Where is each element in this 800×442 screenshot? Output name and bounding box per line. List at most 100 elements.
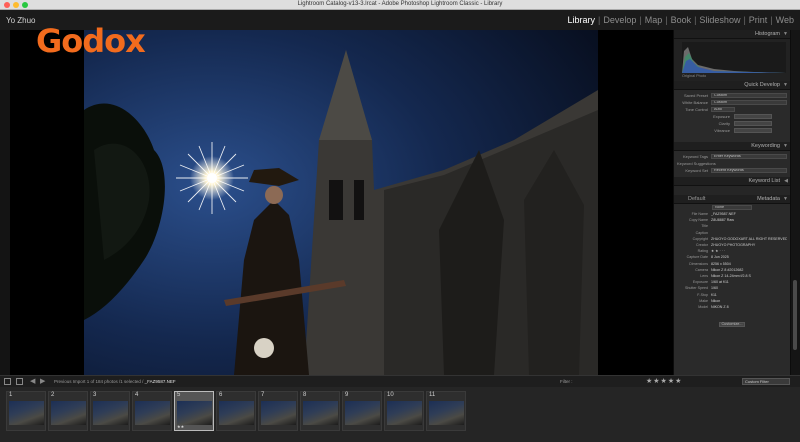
metadata-field-value[interactable]: _FAZ9587.NEF [711, 212, 787, 216]
metadata-field-value[interactable]: ★ ★ · · · [711, 249, 787, 253]
metadata-field-value[interactable]: Nikon Z 8 #2012682 [711, 268, 787, 272]
back-arrow-icon[interactable]: ◀ [30, 377, 35, 385]
photo-thumbnail[interactable] [429, 401, 464, 425]
module-map[interactable]: Map [645, 15, 663, 25]
photo-thumbnail[interactable] [261, 401, 296, 425]
secondary-display-icon[interactable] [4, 378, 11, 385]
metadata-field-value[interactable]: Z8U8887 Raw [711, 218, 787, 222]
metadata-field-value[interactable]: 1/60 at f/11 [711, 280, 787, 284]
photo-thumbnail[interactable] [135, 401, 170, 425]
keyword-suggestions-row[interactable]: Keyword Suggestions [674, 160, 790, 167]
keyword-filter-row[interactable] [674, 186, 790, 195]
auto-tone-button[interactable]: Auto [711, 107, 735, 112]
photo-thumbnail[interactable] [303, 401, 338, 425]
quick-develop-header[interactable]: Quick Develop ▼ [674, 81, 790, 90]
photo-thumbnail[interactable] [51, 401, 86, 425]
filter-label: Filter : [560, 379, 573, 384]
vibrance-button[interactable] [734, 128, 772, 133]
metadata-field-value[interactable]: ZHUOYO PHOTOGRAPHY [711, 243, 787, 247]
metadata-field-value[interactable]: Nikon Z 14-24mm f/2.8 S [711, 274, 787, 278]
filmstrip-cell[interactable]: 11 [426, 391, 466, 431]
exposure-row: Exposure [674, 113, 790, 120]
filmstrip-cell[interactable]: 6 [216, 391, 256, 431]
module-develop[interactable]: Develop [603, 15, 636, 25]
grid-view-icon[interactable] [16, 378, 23, 385]
keywording-panel: Keyword Tags Enter Keywords Keyword Sugge… [674, 151, 790, 177]
photo-thumbnail[interactable] [219, 401, 254, 425]
module-print[interactable]: Print [749, 15, 768, 25]
module-book[interactable]: Book [671, 15, 692, 25]
photo-thumbnail[interactable] [93, 401, 128, 425]
keywording-header[interactable]: Keywording ▼ [674, 142, 790, 151]
metadata-field-value[interactable]: Nikon [711, 299, 787, 303]
metadata-field-label: Copyright [692, 236, 708, 241]
filmstrip-source[interactable]: Previous Import 1 of 184 photos /1 selec… [54, 379, 176, 384]
filmstrip-cell[interactable]: 2 [48, 391, 88, 431]
white-balance-select[interactable]: Custom [711, 100, 787, 105]
filmstrip-cell[interactable]: 9 [342, 391, 382, 431]
metadata-field-value[interactable]: NIKON Z 8 [711, 305, 787, 309]
filmstrip-cell[interactable]: 3 [90, 391, 130, 431]
module-library[interactable]: Library [567, 15, 595, 25]
keyword-set-select[interactable]: Recent Keywords [711, 168, 787, 173]
customize-button[interactable]: Customize... [719, 322, 745, 327]
metadata-field-label: Shutter Speed [685, 286, 708, 291]
filmstrip: 1 2 3 4 5 ★★ 6 7 8 9 10 11 [0, 387, 800, 442]
filmstrip-cell[interactable]: 7 [258, 391, 298, 431]
photo-thumbnail[interactable] [345, 401, 380, 425]
window-title: Lightroom Catalog-v13-3.lrcat - Adobe Ph… [297, 1, 503, 7]
scrollbar-thumb[interactable] [793, 280, 797, 350]
saved-preset-select[interactable]: Custom [711, 93, 787, 98]
filter-select[interactable]: Custom Filter [742, 378, 790, 385]
module-separator: | [665, 15, 668, 25]
main-photo[interactable] [84, 30, 598, 375]
right-panel: Histogram ▼ Original Photo Quick Develop ▼… [674, 30, 790, 375]
quick-develop-panel: Saved Preset Custom White Balance Custom T… [674, 90, 790, 142]
filmstrip-cell[interactable]: 5 ★★ [174, 391, 214, 431]
white-balance-label: White Balance [682, 100, 708, 105]
keyword-set-label: Keyword Set [685, 168, 708, 173]
module-web[interactable]: Web [776, 15, 794, 25]
photo-thumbnail[interactable] [387, 401, 422, 425]
metadata-field-value[interactable]: f/11 [711, 293, 787, 297]
tone-control-label: Tone Control [685, 107, 708, 112]
metadata-field-value[interactable]: 1/60 [711, 286, 787, 290]
metadata-preset-select[interactable]: None [712, 205, 752, 210]
cell-index: 3 [93, 392, 97, 398]
keyword-tags-select[interactable]: Enter Keywords [711, 154, 787, 159]
filmstrip-cell[interactable]: 10 [384, 391, 424, 431]
metadata-preset-row: None [674, 204, 790, 211]
module-slideshow[interactable]: Slideshow [699, 15, 740, 25]
keyword-list-header[interactable]: Keyword List ◀ [674, 177, 790, 186]
photo-image [84, 30, 598, 375]
metadata-field-value[interactable]: 8256 x 5504 [711, 262, 787, 266]
metadata-preset-label[interactable]: Default [688, 195, 705, 204]
filmstrip-cell[interactable]: 4 [132, 391, 172, 431]
metadata-field-value[interactable]: ZHUOYO GODOXART ALL RIGHT RESERVED [711, 237, 787, 241]
collapse-triangle-icon: ◀ [784, 178, 788, 184]
photo-thumbnail[interactable] [9, 401, 44, 425]
left-panel-collapsed[interactable] [0, 30, 10, 375]
forward-arrow-icon[interactable]: ▶ [40, 377, 45, 385]
keyword-tags-row: Keyword Tags Enter Keywords [674, 153, 790, 160]
metadata-field-label: Rating [697, 249, 708, 254]
module-separator: | [694, 15, 697, 25]
exposure-button[interactable] [734, 114, 772, 119]
cell-index: 4 [135, 392, 139, 398]
histogram-graph: Original Photo [674, 39, 790, 81]
filmstrip-cell[interactable]: 1 [6, 391, 46, 431]
clarity-button[interactable] [734, 121, 772, 126]
metadata-field-label: Capture Date [686, 255, 708, 260]
right-panel-scrollbar[interactable] [791, 30, 800, 375]
photo-count: 1 of 184 photos /1 selected / [86, 379, 144, 384]
original-photo-label[interactable]: Original Photo [682, 74, 706, 78]
photo-thumbnail[interactable] [177, 401, 212, 425]
filmstrip-cell[interactable]: 8 [300, 391, 340, 431]
metadata-field-label: File Name [691, 212, 708, 217]
metadata-header[interactable]: Default Metadata ▼ [674, 195, 790, 204]
rating-filter-stars[interactable]: ★★★★★ [646, 377, 682, 385]
histogram-header[interactable]: Histogram ▼ [674, 30, 790, 39]
clarity-row: Clarity [674, 120, 790, 127]
cell-index: 5 [177, 392, 181, 398]
metadata-field-value[interactable]: 8 Jun 2025 [711, 255, 787, 259]
